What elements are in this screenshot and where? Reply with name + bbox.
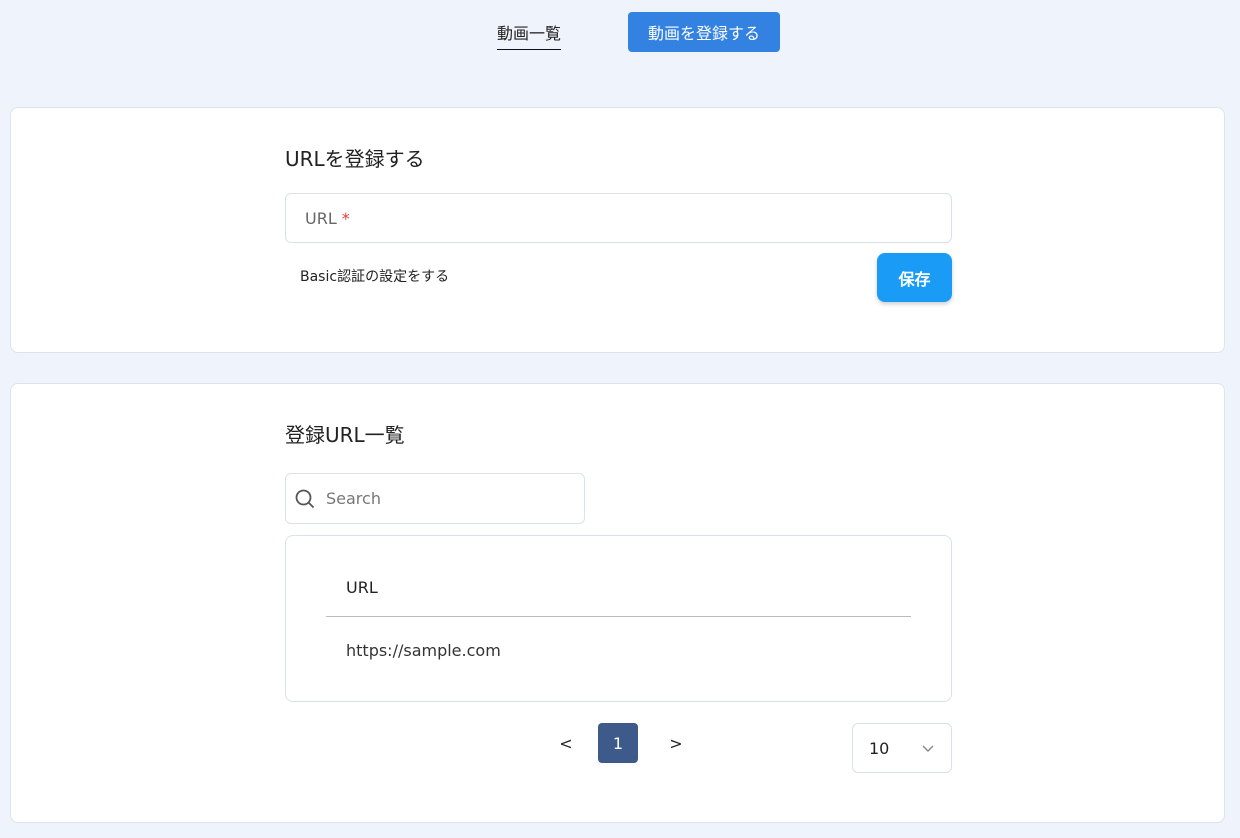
chevron-down-icon xyxy=(922,745,934,752)
nav-video-list[interactable]: 動画一覧 xyxy=(497,20,562,50)
url-input[interactable]: URL * xyxy=(285,193,952,243)
register-video-button[interactable]: 動画を登録する xyxy=(628,12,780,52)
page-size-value: 10 xyxy=(869,738,890,758)
search-icon xyxy=(295,489,315,508)
page-size-select[interactable]: 10 xyxy=(852,723,952,773)
search-input[interactable]: Search xyxy=(285,473,585,524)
url-placeholder: URL xyxy=(305,208,337,228)
top-nav: 動画一覧 動画を登録する xyxy=(0,12,1240,52)
header-divider xyxy=(326,616,911,617)
table-row[interactable]: https://sample.com xyxy=(346,641,501,660)
url-list-card: 登録URL一覧 Search URL https://sample.com < … xyxy=(10,383,1225,823)
url-table: URL https://sample.com xyxy=(285,535,952,702)
column-header-url: URL xyxy=(346,578,378,597)
register-url-title: URLを登録する xyxy=(285,147,425,171)
required-mark: * xyxy=(341,208,350,228)
register-url-card: URLを登録する URL * Basic認証の設定をする 保存 xyxy=(10,107,1225,353)
prev-page-button[interactable]: < xyxy=(551,723,581,763)
page-1-button[interactable]: 1 xyxy=(598,723,638,763)
save-button[interactable]: 保存 xyxy=(877,253,952,302)
url-list-title: 登録URL一覧 xyxy=(285,423,405,447)
next-page-button[interactable]: > xyxy=(661,723,691,763)
basic-auth-toggle[interactable]: Basic認証の設定をする xyxy=(300,266,449,286)
search-placeholder: Search xyxy=(326,489,381,508)
